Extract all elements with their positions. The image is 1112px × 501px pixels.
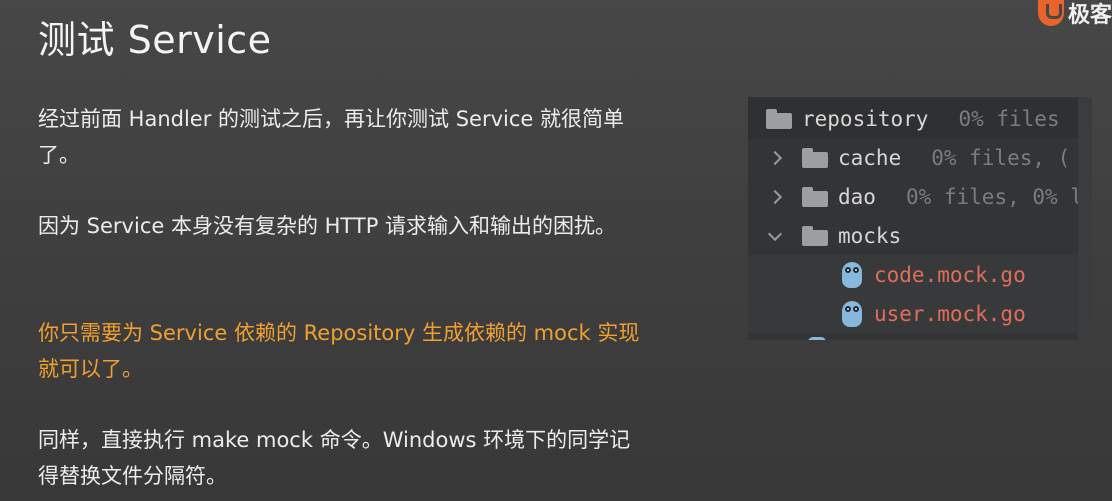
file-tree-panel: repository 0% files cache 0% files, ( da… [748,97,1092,340]
paragraph-handler-test: 经过前面 Handler 的测试之后，再让你测试 Service 就很简单了。 [38,107,624,167]
tree-item-label: user.mock.go [874,301,1026,326]
chevron-right-icon[interactable] [768,151,782,165]
gopher-icon [808,337,826,340]
logo-text: 极客 [1068,3,1112,26]
gopher-icon [842,261,862,288]
tree-item-label: dao [838,184,876,209]
slide-title: 测试 Service [38,18,272,62]
tree-item-user-mock[interactable]: user.mock.go [748,294,1078,333]
tree-item-label: mocks [838,223,902,248]
coverage-label: 0% files, ( [931,145,1071,170]
coverage-label: 0% files [958,106,1060,131]
paragraph-no-http: 因为 Service 本身没有复杂的 HTTP 请求输入和输出的困扰。 [38,214,617,238]
tree-item-repository[interactable]: repository 0% files [748,99,1078,138]
logo: 极客 [1016,0,1112,26]
gopher-icon [842,300,862,327]
folder-icon [802,147,828,168]
paragraph-generate-mock: 你只需要为 Service 依赖的 Repository 生成依赖的 mock … [38,321,640,381]
tree-item-mocks[interactable]: mocks [748,216,1078,255]
folder-icon [802,225,828,246]
chevron-down-icon[interactable] [768,229,782,243]
paragraph-make-mock: 同样，直接执行 make mock 命令。Windows 环境下的同学记得替换文… [38,428,631,488]
chevron-right-icon[interactable] [768,190,782,204]
tree-scrollbar[interactable] [1078,97,1092,340]
tree-item-code-mock[interactable]: code.mock.go [748,255,1078,294]
tree-item-label: repository [802,106,929,131]
folder-icon [766,108,792,129]
tree-item-label: cache [838,145,902,170]
tree-item-dao[interactable]: dao 0% files, 0% l [748,177,1083,216]
tree-item-label: code.mock.go [874,262,1026,287]
folder-icon [802,186,828,207]
tree-item-cache[interactable]: cache 0% files, ( [748,138,1078,177]
logo-icon [1038,0,1064,26]
coverage-label: 0% files, 0% l [905,184,1083,209]
